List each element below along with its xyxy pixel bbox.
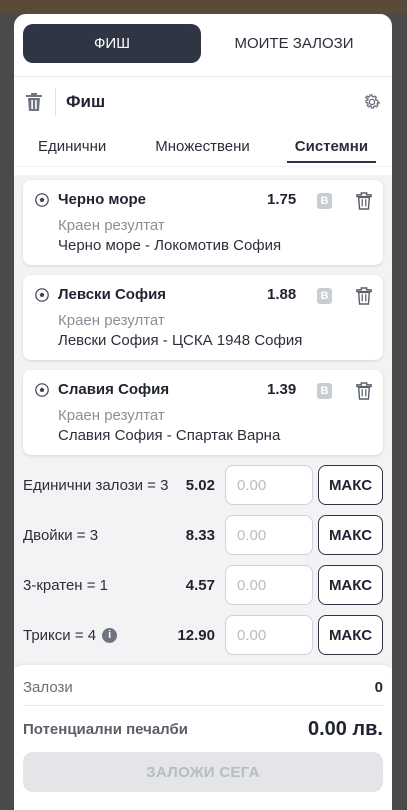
- remove-selection-trash-icon[interactable]: [354, 380, 374, 402]
- system-label-text: Трикси = 4: [23, 626, 97, 644]
- stake-input[interactable]: 0.00: [225, 515, 313, 555]
- soccer-ball-icon: [35, 193, 49, 207]
- slip-title: Фиш: [66, 92, 106, 111]
- settings-gear-icon[interactable]: [362, 91, 382, 113]
- slip-footer: Залози 0 Потенциални печалби 0.00 лв. ЗА…: [14, 665, 392, 810]
- selection-odds: 1.39: [267, 381, 297, 398]
- selection-odds: 1.75: [267, 191, 297, 208]
- stakes-row: Залози 0: [23, 677, 383, 697]
- selection-team: Славия София: [58, 381, 170, 398]
- max-button[interactable]: МАКС: [318, 515, 383, 555]
- system-label: Трикси = 4 i: [23, 626, 118, 644]
- max-button[interactable]: МАКС: [318, 465, 383, 505]
- selection-odds: 1.88: [267, 286, 297, 303]
- selection-market: Краен резултат: [58, 407, 165, 424]
- selection-team: Левски София: [58, 286, 167, 303]
- selection-card: Славия София 1.39 B Краен резултат Слави…: [23, 370, 383, 455]
- footer-divider: [23, 705, 383, 706]
- system-label: Двойки = 3: [23, 527, 98, 544]
- system-row: Двойки = 3 8.33 0.00 МАКС: [23, 515, 383, 555]
- main-tabs: ФИШ МОИТЕ ЗАЛОЗИ: [14, 14, 392, 63]
- clear-all-trash-icon[interactable]: [24, 91, 44, 113]
- remove-selection-trash-icon[interactable]: [354, 285, 374, 307]
- max-button[interactable]: МАКС: [318, 615, 383, 655]
- selection-event: Левски София - ЦСКА 1948 София: [58, 332, 303, 349]
- slip-header: Фиш: [14, 77, 392, 127]
- bet-builder-badge: B: [317, 288, 332, 304]
- system-odds: 8.33: [185, 526, 215, 544]
- system-row: Трикси = 4 i 12.90 0.00 МАКС: [23, 615, 383, 655]
- info-icon[interactable]: i: [102, 627, 118, 643]
- stakes-value: 0: [374, 678, 383, 696]
- system-odds: 5.02: [185, 476, 215, 494]
- tab-multiples[interactable]: Множествени: [155, 127, 250, 167]
- selection-event: Черно море - Локомотив София: [58, 237, 282, 254]
- selection-card: Черно море 1.75 B Краен резултат Черно м…: [23, 180, 383, 265]
- system-odds: 12.90: [177, 626, 215, 644]
- system-label-text: 3-кратен = 1: [23, 576, 109, 594]
- winnings-value: 0.00 лв.: [307, 717, 383, 740]
- selection-market: Краен резултат: [58, 217, 165, 234]
- header-separator: [55, 88, 56, 116]
- selection-card: Левски София 1.88 B Краен резултат Левск…: [23, 275, 383, 360]
- tab-singles[interactable]: Единични: [38, 127, 106, 167]
- winnings-row: Потенциални печалби 0.00 лв.: [23, 717, 383, 741]
- tab-slip[interactable]: ФИШ: [23, 24, 201, 63]
- system-label-text: Двойки = 3: [23, 526, 99, 544]
- system-label-text: Единични залози = 3: [23, 476, 169, 494]
- selection-team: Черно море: [58, 191, 147, 208]
- bet-builder-badge: B: [317, 383, 332, 399]
- tab-system[interactable]: Системни: [286, 127, 377, 167]
- bet-type-tabs: Единични Множествени Системни: [14, 127, 392, 167]
- system-row: Единични залози = 3 5.02 0.00 МАКС: [23, 465, 383, 505]
- system-label: Единични залози = 3: [23, 477, 168, 494]
- stakes-label: Залози: [23, 678, 73, 696]
- selections-area: Черно море 1.75 B Краен резултат Черно м…: [14, 175, 392, 667]
- selection-event: Славия София - Спартак Варна: [58, 427, 281, 444]
- soccer-ball-icon: [35, 383, 49, 397]
- system-odds: 4.57: [185, 576, 215, 594]
- stake-input[interactable]: 0.00: [225, 565, 313, 605]
- bet-slip-panel: ФИШ МОИТЕ ЗАЛОЗИ Фиш Единични Множествен…: [14, 14, 392, 810]
- place-bet-button[interactable]: ЗАЛОЖИ СЕГА: [23, 752, 383, 792]
- stake-input[interactable]: 0.00: [225, 465, 313, 505]
- system-label: 3-кратен = 1: [23, 577, 108, 594]
- tab-my-bets[interactable]: МОИТЕ ЗАЛОЗИ: [205, 24, 383, 63]
- remove-selection-trash-icon[interactable]: [354, 190, 374, 212]
- system-row: 3-кратен = 1 4.57 0.00 МАКС: [23, 565, 383, 605]
- winnings-label: Потенциални печалби: [23, 720, 188, 738]
- bet-builder-badge: B: [317, 193, 332, 209]
- soccer-ball-icon: [35, 288, 49, 302]
- max-button[interactable]: МАКС: [318, 565, 383, 605]
- top-bar: [0, 0, 407, 14]
- stake-input[interactable]: 0.00: [225, 615, 313, 655]
- selection-market: Краен резултат: [58, 312, 165, 329]
